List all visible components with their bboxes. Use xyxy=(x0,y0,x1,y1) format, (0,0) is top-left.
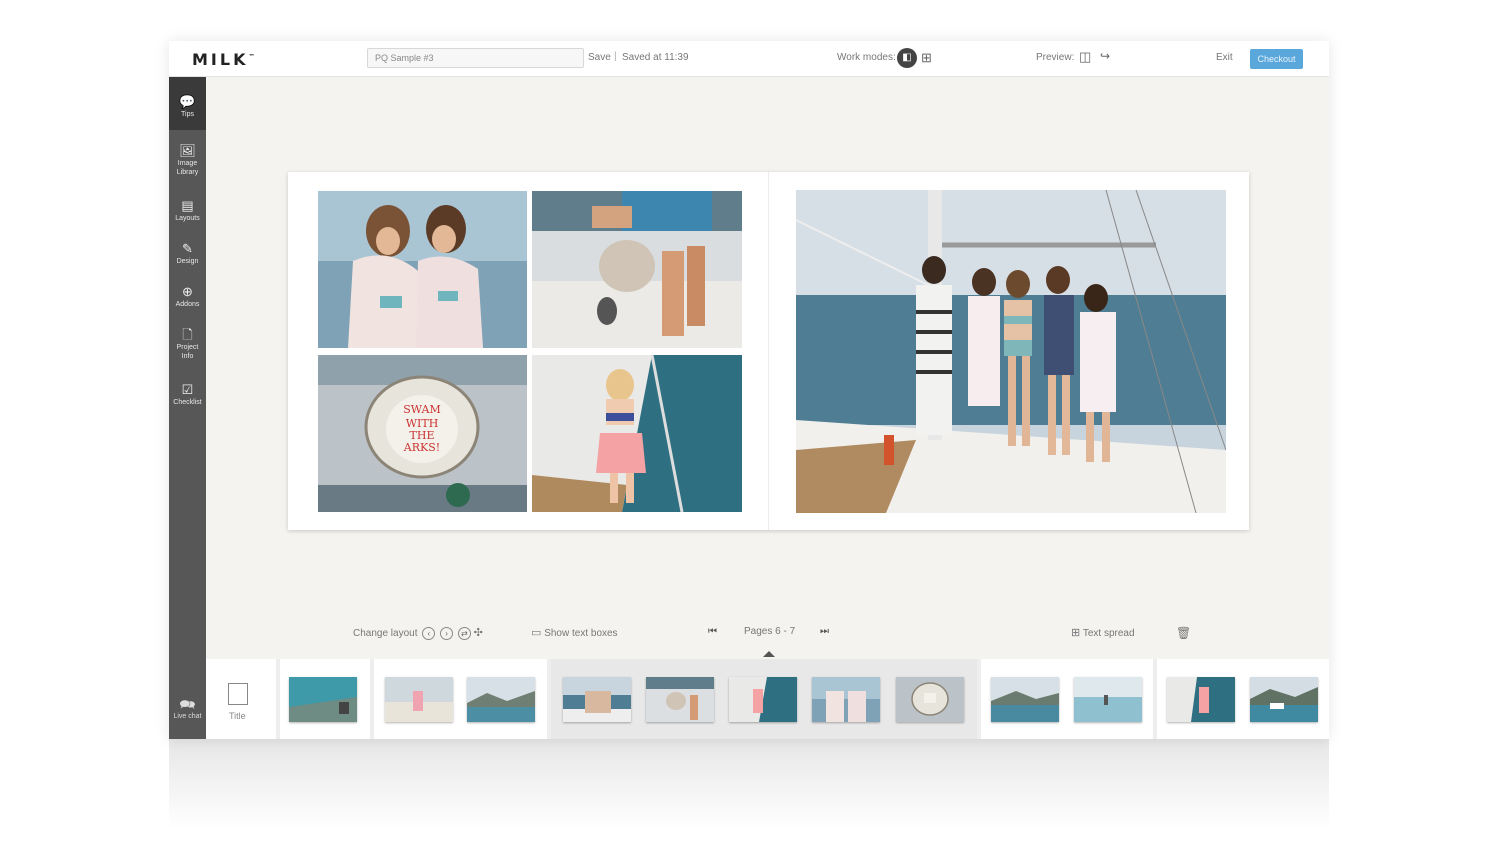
add-text-spread-icon: ⊞ xyxy=(1071,627,1081,639)
title-page-label: Title xyxy=(229,711,246,721)
filmstrip-spread-2[interactable] xyxy=(374,659,547,739)
first-page-icon[interactable]: ⏮ xyxy=(708,626,717,637)
project-info-icon: 🗋 xyxy=(182,327,193,342)
top-bar: MILK™ Save | Saved at 11:39 Work modes: … xyxy=(169,41,1329,77)
addons-icon: ⊕ xyxy=(182,284,193,299)
image-library-icon: 🖼 xyxy=(179,143,196,158)
filmstrip-title-page[interactable]: Title xyxy=(206,659,276,739)
project-name-input[interactable] xyxy=(367,48,584,68)
title-page-icon xyxy=(228,683,248,705)
book-editor-window: MILK™ Save | Saved at 11:39 Work modes: … xyxy=(169,41,1329,739)
sidebar-item-checklist[interactable]: ☑ Checklist xyxy=(169,382,206,407)
app-reflection xyxy=(169,739,1329,829)
design-icon: ✎ xyxy=(182,241,193,256)
sidebar-item-label: Checklist xyxy=(173,399,202,406)
shuffle-photos-icon[interactable]: ✣ xyxy=(474,627,483,639)
sidebar-item-tips[interactable]: 💬 Tips xyxy=(169,77,206,130)
sidebar-item-addons[interactable]: ⊕ Addons xyxy=(169,284,206,309)
saved-status: Saved at 11:39 xyxy=(622,52,689,63)
preview-label: Preview: xyxy=(1036,52,1075,63)
filmstrip-spread-5[interactable] xyxy=(1157,659,1329,739)
separator: | xyxy=(614,51,617,62)
preview-book-icon[interactable]: ◫ xyxy=(1079,49,1091,65)
photo-women-laughing[interactable] xyxy=(318,191,527,348)
logo-trademark: ™ xyxy=(248,53,255,61)
sidebar-item-design[interactable]: ✎ Design xyxy=(169,241,206,266)
single-spread-mode-icon[interactable]: ◧ xyxy=(897,48,917,68)
grid-mode-icon[interactable]: ⊞ xyxy=(921,50,932,66)
page-fold xyxy=(768,172,769,530)
thumbnail-beach-overhead[interactable] xyxy=(289,677,357,722)
photo-group-on-sailboat[interactable] xyxy=(796,190,1226,513)
sidebar-item-image-library[interactable]: 🖼 Image Library xyxy=(169,143,206,177)
photo-rope-hands[interactable] xyxy=(532,191,742,348)
thumbnail-group-sailboat[interactable] xyxy=(563,677,631,722)
thumbnail-child-beach[interactable] xyxy=(385,677,453,722)
sidebar-item-label: Project Info xyxy=(176,344,199,360)
chat-icon: 🗪 xyxy=(179,697,196,712)
thumbnail-women-laughing[interactable] xyxy=(812,677,880,722)
thumbnail-boats-harbor[interactable] xyxy=(1250,677,1318,722)
pages-indicator: Pages 6 - 7 xyxy=(744,626,796,637)
checkout-button[interactable]: Checkout xyxy=(1250,49,1303,69)
sidebar-item-layouts[interactable]: ▤ Layouts xyxy=(169,198,206,223)
swap-layout-icon[interactable]: ⇄ xyxy=(457,626,471,640)
save-button[interactable]: Save xyxy=(588,52,611,63)
share-icon[interactable]: ↪ xyxy=(1100,49,1110,63)
filmstrip-spread-current[interactable] xyxy=(551,659,977,739)
live-chat-button[interactable]: 🗪 Live chat xyxy=(169,697,206,720)
svg-text:ARKS!: ARKS! xyxy=(403,441,440,454)
sidebar-item-label: Tips xyxy=(181,111,194,118)
layouts-icon: ▤ xyxy=(181,198,194,213)
work-modes-label: Work modes: xyxy=(837,52,896,63)
filmstrip-spread-4[interactable] xyxy=(981,659,1153,739)
sidebar-item-label: Image Library xyxy=(176,160,199,176)
change-layout-control[interactable]: Change layout ‹ › ⇄ ✣ xyxy=(353,626,483,640)
svg-text:SWAM: SWAM xyxy=(403,403,441,416)
milk-logo: MILK™ xyxy=(192,50,254,69)
live-chat-label: Live chat xyxy=(173,713,202,720)
current-spread-caret-icon xyxy=(763,651,775,657)
photo-little-girl[interactable] xyxy=(532,355,742,512)
previous-layout-icon[interactable]: ‹ xyxy=(422,626,436,640)
text-spread-label: Text spread xyxy=(1082,628,1135,639)
sidebar-item-label: Addons xyxy=(175,301,200,308)
thumbnail-ocean-island[interactable] xyxy=(991,677,1059,722)
checklist-icon: ☑ xyxy=(181,382,194,397)
thumbnail-little-girl[interactable] xyxy=(729,677,797,722)
sidebar-item-project-info[interactable]: 🗋 Project Info xyxy=(169,327,206,361)
photo-shark-jaws[interactable]: SWAM WITH THE ARKS! xyxy=(318,355,527,512)
text-box-icon: ▭ xyxy=(531,627,542,639)
thumbnail-ocean-mountains[interactable] xyxy=(467,677,535,722)
filmstrip-spread-1[interactable] xyxy=(280,659,370,739)
text-spread-control[interactable]: ⊞ Text spread xyxy=(1071,626,1135,639)
sidebar-item-label: Layouts xyxy=(175,215,200,222)
sidebar: 💬 Tips 🖼 Image Library ▤ Layouts ✎ Desig… xyxy=(169,77,206,739)
thumbnail-girl-boat-2[interactable] xyxy=(1167,677,1235,722)
exit-button[interactable]: Exit xyxy=(1216,52,1233,63)
show-text-boxes-label: Show text boxes xyxy=(544,628,618,639)
page-filmstrip: Title xyxy=(206,659,1329,739)
trash-icon[interactable]: 🗑 xyxy=(1176,626,1191,640)
thumbnail-wakeboard[interactable] xyxy=(1074,677,1142,722)
tips-icon: 💬 xyxy=(179,94,196,109)
book-spread[interactable]: SWAM WITH THE ARKS! xyxy=(288,172,1249,530)
last-page-icon[interactable]: ⏭ xyxy=(820,626,829,637)
thumbnail-rope-hands[interactable] xyxy=(646,677,714,722)
change-layout-label: Change layout xyxy=(353,628,418,639)
logo-text: MILK xyxy=(192,50,249,69)
sidebar-item-label: Design xyxy=(176,258,199,265)
thumbnail-shark-jaws[interactable] xyxy=(896,677,964,722)
next-layout-icon[interactable]: › xyxy=(440,626,454,640)
show-text-boxes-control[interactable]: ▭ Show text boxes xyxy=(531,626,618,639)
